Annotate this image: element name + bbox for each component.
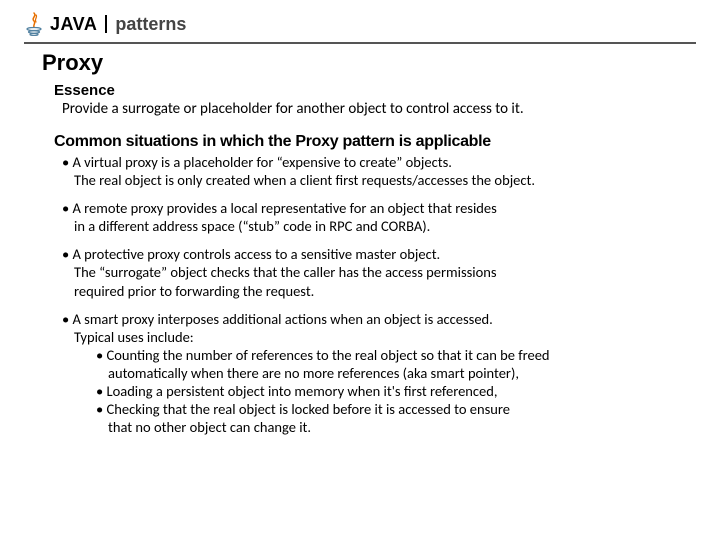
java-logo-icon	[24, 12, 44, 36]
bullet-text: in a different address space (“stub” cod…	[62, 217, 696, 235]
header: JAVA patterns	[24, 12, 696, 44]
bullet-text: The “surrogate” object checks that the c…	[62, 263, 696, 281]
list-item: • A virtual proxy is a placeholder for “…	[62, 153, 696, 189]
bullet-text: • A smart proxy interposes additional ac…	[62, 310, 696, 328]
bullet-text: Typical uses include:	[62, 328, 696, 346]
situations-heading: Common situations in which the Proxy pat…	[54, 133, 696, 151]
essence-body: Provide a surrogate or placeholder for a…	[62, 100, 696, 119]
sub-item-text: automatically when there are no more ref…	[96, 364, 696, 382]
java-label: JAVA	[50, 14, 97, 35]
bullet-text: The real object is only created when a c…	[62, 171, 696, 189]
page-title: Proxy	[42, 50, 696, 76]
essence-heading: Essence	[54, 82, 696, 99]
list-item: • A remote proxy provides a local repres…	[62, 199, 696, 235]
list-item: • A protective proxy controls access to …	[62, 245, 696, 299]
bullet-text: • A protective proxy controls access to …	[62, 245, 696, 263]
situations-list: • A virtual proxy is a placeholder for “…	[62, 153, 696, 437]
bullet-text: • A remote proxy provides a local repres…	[62, 199, 696, 217]
sub-item-text: • Counting the number of references to t…	[96, 346, 696, 364]
bullet-text: required prior to forwarding the request…	[62, 282, 696, 300]
divider	[105, 15, 107, 33]
sub-item-text: • Checking that the real object is locke…	[96, 400, 696, 418]
sub-item-text: that no other object can change it.	[96, 418, 696, 436]
list-item: • A smart proxy interposes additional ac…	[62, 310, 696, 437]
patterns-label: patterns	[115, 14, 186, 35]
bullet-text: • A virtual proxy is a placeholder for “…	[62, 153, 696, 171]
sub-list: • Counting the number of references to t…	[96, 346, 696, 437]
sub-item-text: • Loading a persistent object into memor…	[96, 382, 696, 400]
